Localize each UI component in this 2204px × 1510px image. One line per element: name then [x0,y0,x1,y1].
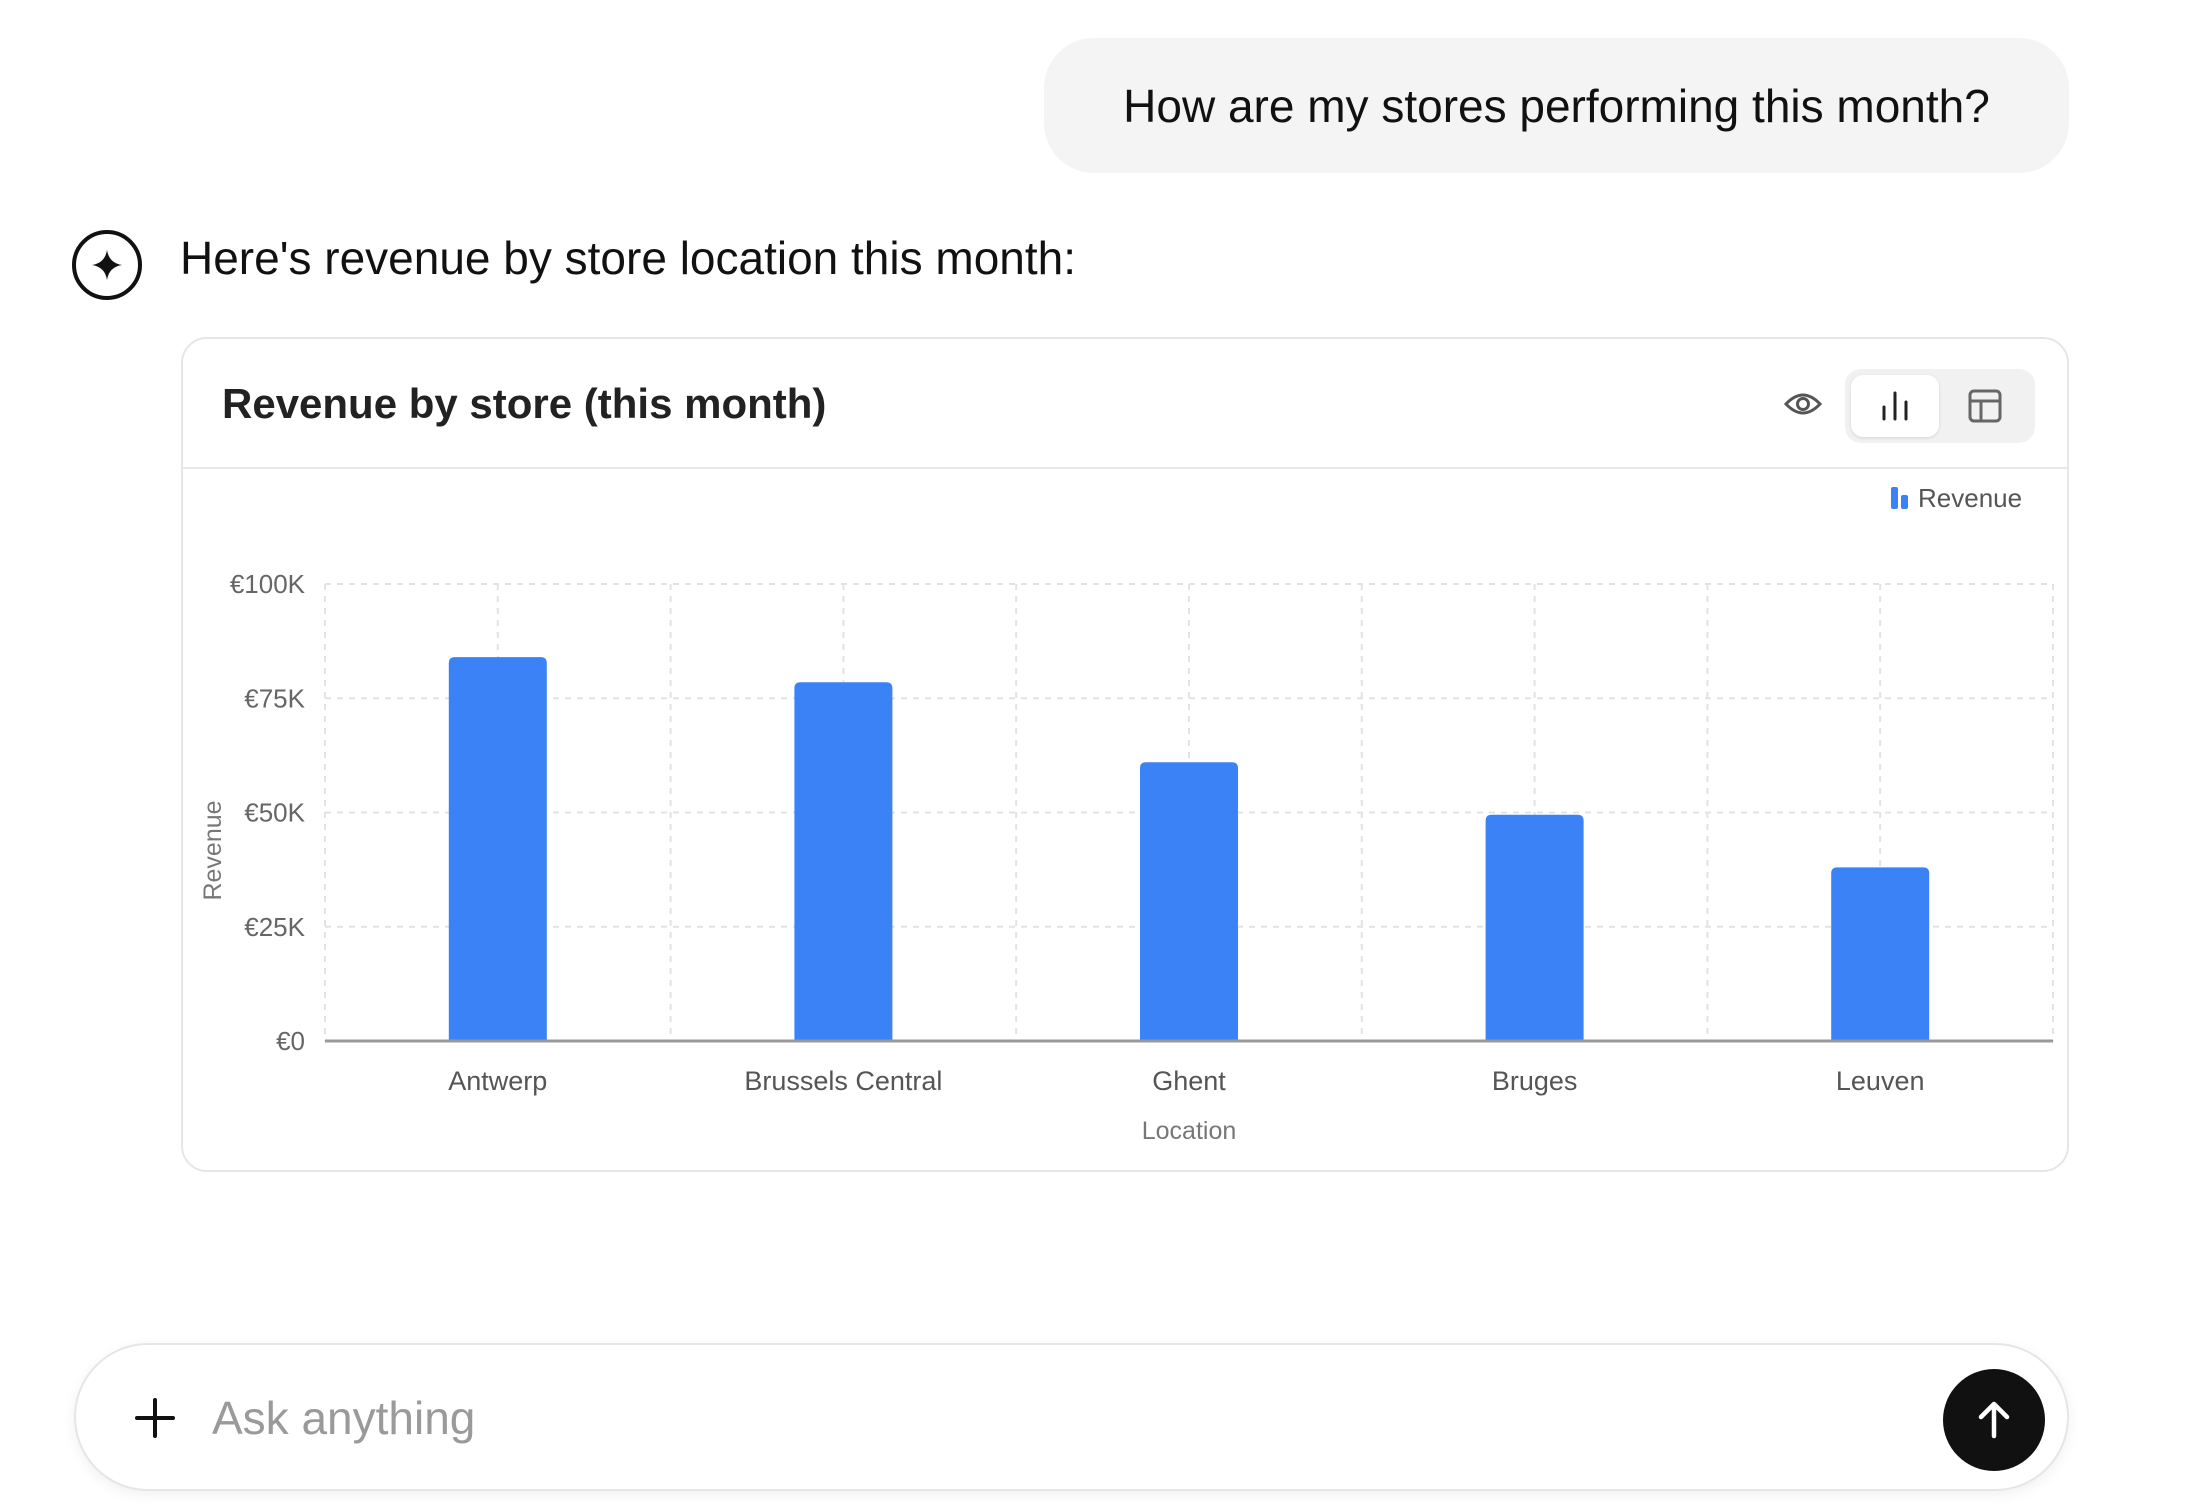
legend-label: Revenue [1918,483,2022,513]
composer [74,1343,2069,1491]
ask-input[interactable] [212,1375,1872,1461]
x-tick-label: Brussels Central [744,1066,942,1096]
bar-antwerp [448,657,547,1041]
user-message-text: How are my stores performing this month? [1123,79,1990,132]
chart-card: Revenue by store (this month) €0 €25K €5… [181,337,2069,1172]
legend-swatch-tall [1891,487,1898,509]
y-axis-label: Revenue [199,800,227,900]
x-tick-label: Bruges [1492,1066,1578,1096]
x-tick-label: Antwerp [448,1066,547,1096]
bar-ghent [1140,762,1238,1041]
y-tick-label: €0 [276,1026,305,1056]
x-tick-label: Leuven [1836,1066,1925,1096]
plus-icon [135,1398,175,1438]
assistant-message-text: Here's revenue by store location this mo… [180,232,1077,284]
x-axis-label: Location [1142,1117,1237,1145]
bar-chart: €0 €25K €50K €75K €100K Antwerp Brussels Centr… [199,483,2054,1145]
arrow-up-icon [1978,1401,2010,1439]
assistant-avatar-icon [72,230,142,300]
attach-button[interactable] [120,1383,190,1453]
bar-leuven [1831,867,1930,1041]
send-button[interactable] [1943,1369,2045,1471]
y-tick-label: €100K [230,569,306,599]
legend-swatch-short [1901,495,1908,509]
y-tick-label: €50K [244,798,305,828]
x-tick-label: Ghent [1152,1066,1226,1096]
bar-brussels-central [794,682,893,1041]
user-message-bubble: How are my stores performing this month? [1044,38,2069,173]
y-tick-label: €75K [244,683,305,713]
y-tick-label: €25K [244,912,305,942]
bar-bruges [1485,814,1584,1041]
sparkle-icon [92,250,122,280]
